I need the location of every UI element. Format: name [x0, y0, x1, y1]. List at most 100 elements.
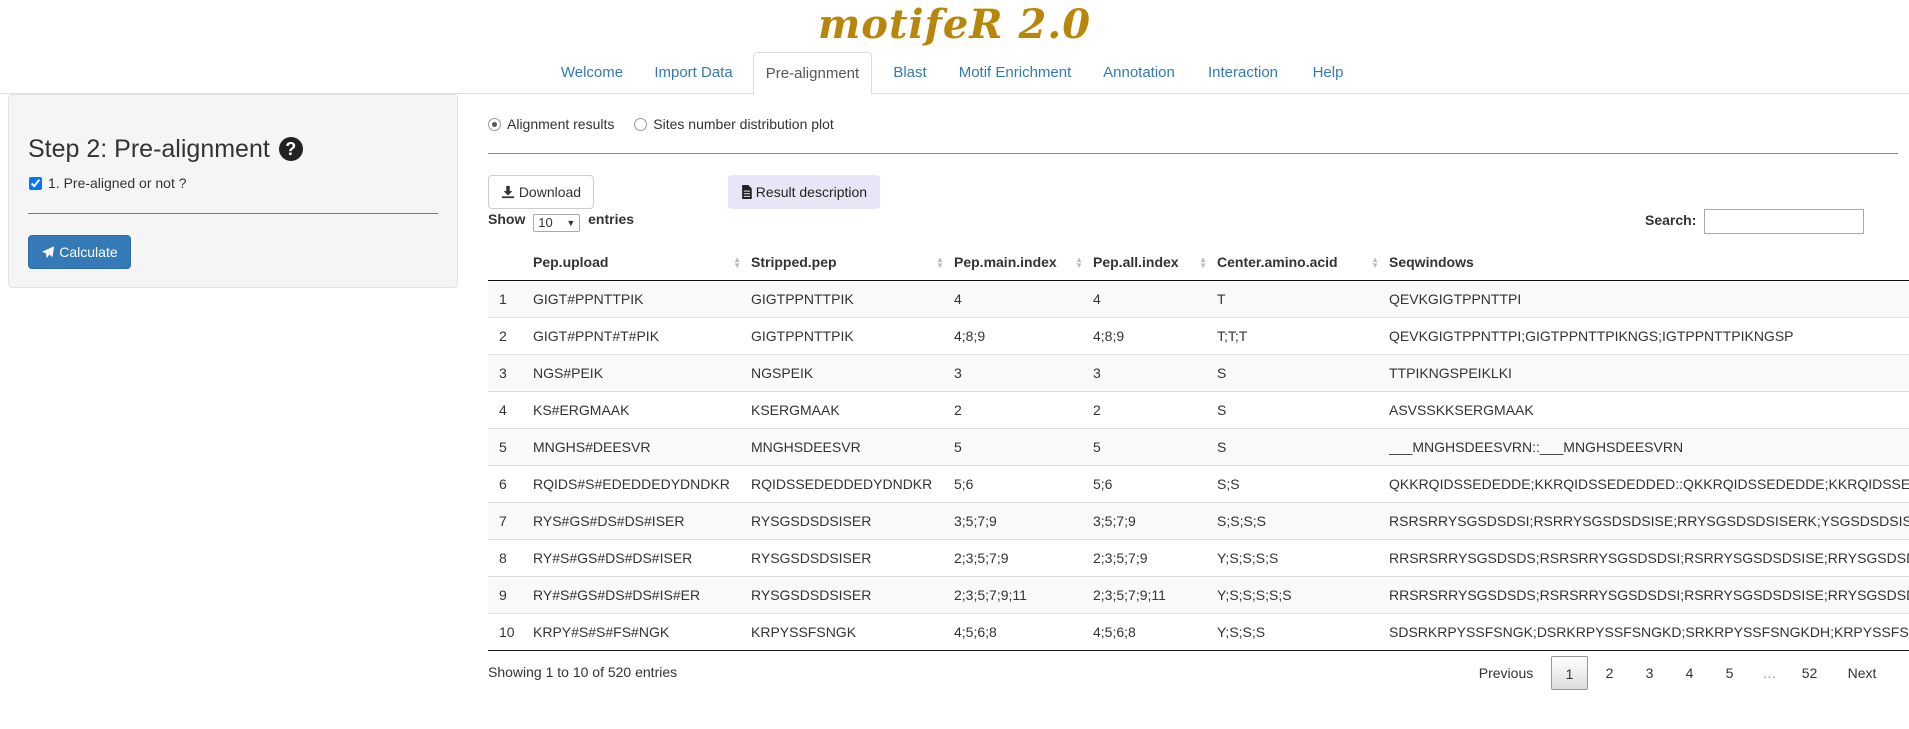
col-header-center-amino-acid[interactable]: Center.amino.acid ▲ ▼: [1217, 245, 1389, 281]
table-row: 2 GIGT#PPNT#T#PIK GIGTPPNTTPIK 4;8;9 4;8…: [488, 317, 1909, 355]
sites-distribution-label: Sites number distribution plot: [653, 116, 834, 132]
table-info: Showing 1 to 10 of 520 entries: [488, 664, 678, 680]
cell-pep-upload: RQIDS#S#EDEDDEDYDNDKR: [533, 465, 751, 503]
pagination-page-5[interactable]: 5: [1711, 656, 1748, 690]
sites-distribution-option[interactable]: Sites number distribution plot: [634, 116, 834, 132]
cell-stripped-pep: RYSGSDSDSISER: [751, 502, 954, 540]
col-header-pep-main-index[interactable]: Pep.main.index ▲ ▼: [954, 245, 1093, 281]
col-header-stripped-pep[interactable]: Stripped.pep ▲ ▼: [751, 245, 954, 281]
result-description-button[interactable]: Result description: [728, 175, 880, 209]
cell-center-amino-acid: Y;S;S;S;S;S: [1217, 576, 1389, 614]
cell-pep-upload: NGS#PEIK: [533, 354, 751, 392]
sort-icon: ▲ ▼: [1199, 255, 1207, 270]
cell-stripped-pep: GIGTPPNTTPIK: [751, 280, 954, 318]
cell-center-amino-acid: Y;S;S;S: [1217, 613, 1389, 651]
sort-icon: ▲ ▼: [936, 255, 944, 270]
cell-seqwindows: RRSRSRRYSGSDSDS;RSRSRRYSGSDSDSI;RSRRYSGS…: [1389, 539, 1909, 577]
pagination-page-2[interactable]: 2: [1591, 656, 1628, 690]
cell-pep-all-index: 2: [1093, 391, 1217, 429]
tab-help[interactable]: Help: [1301, 52, 1355, 94]
table-row: 5 MNGHS#DEESVR MNGHSDEESVR 5 5 S ___MNGH…: [488, 428, 1909, 466]
cell-pep-upload: RYS#GS#DS#DS#ISER: [533, 502, 751, 540]
pagination-page-4[interactable]: 4: [1671, 656, 1708, 690]
cell-pep-upload: RY#S#GS#DS#DS#IS#ER: [533, 576, 751, 614]
radio-unselected[interactable]: [634, 118, 648, 131]
cell-seqwindows: QKKRQIDSSEDEDDE;KKRQIDSSEDEDDED::QKKRQID…: [1389, 465, 1909, 503]
cell-index: 1: [488, 280, 533, 318]
table-row: 3 NGS#PEIK NGSPEIK 3 3 S TTPIKNGSPEIKLKI: [488, 354, 1909, 392]
pagination-previous[interactable]: Previous: [1468, 656, 1544, 690]
pre-aligned-label: 1. Pre-aligned or not ?: [48, 175, 187, 191]
col-header-pep-all-index[interactable]: Pep.all.index ▲ ▼: [1093, 245, 1217, 281]
results-table-wrapper: Pep.upload ▲ ▼ Stripped.pep ▲ ▼ Pep.main.ind…: [488, 245, 1909, 651]
cell-pep-main-index: 2;3;5;7;9: [954, 539, 1093, 577]
radio-selected[interactable]: [488, 118, 501, 131]
table-row: 7 RYS#GS#DS#DS#ISER RYSGSDSDSISER 3;5;7;…: [488, 502, 1909, 540]
alignment-results-option[interactable]: Alignment results: [488, 116, 614, 132]
step-title-text: Step 2: Pre-alignment: [28, 135, 270, 163]
calculate-label: Calculate: [59, 244, 118, 260]
app-title: motifeR 2.0: [817, 1, 1092, 48]
table-body: 1 GIGT#PPNTTPIK GIGTPPNTTPIK 4 4 T QEVKG…: [488, 280, 1909, 651]
cell-pep-upload: GIGT#PPNT#T#PIK: [533, 317, 751, 355]
tab-interaction[interactable]: Interaction: [1197, 52, 1289, 94]
sidebar-panel: Step 2: Pre-alignment ? 1. Pre-aligned o…: [8, 94, 458, 288]
cell-pep-all-index: 3;5;7;9: [1093, 502, 1217, 540]
pagination-page-3[interactable]: 3: [1631, 656, 1668, 690]
tab-blast[interactable]: Blast: [880, 52, 940, 94]
pagination-next[interactable]: Next: [1834, 656, 1890, 690]
cell-pep-all-index: 4;8;9: [1093, 317, 1217, 355]
cell-seqwindows: QEVKGIGTPPNTTPI;GIGTPPNTTPIKNGS;IGTPPNTT…: [1389, 317, 1909, 355]
col-header-pep-upload[interactable]: Pep.upload ▲ ▼: [533, 245, 751, 281]
cell-seqwindows: SDSRKRPYSSFSNGK;DSRKRPYSSFSNGKD;SRKRPYSS…: [1389, 613, 1909, 651]
cell-center-amino-acid: T;T;T: [1217, 317, 1389, 355]
page-length-select[interactable]: 10 ▼: [533, 214, 581, 232]
step-title: Step 2: Pre-alignment ?: [28, 135, 303, 164]
cell-stripped-pep: NGSPEIK: [751, 354, 954, 392]
sort-icon: ▲ ▼: [1371, 255, 1379, 270]
tab-pre-alignment[interactable]: Pre-alignment: [753, 52, 872, 95]
cell-stripped-pep: RYSGSDSDSISER: [751, 576, 954, 614]
cell-center-amino-acid: S: [1217, 354, 1389, 392]
cell-index: 10: [488, 613, 533, 651]
col-header-index[interactable]: [488, 245, 533, 281]
table-row: 8 RY#S#GS#DS#DS#ISER RYSGSDSDSISER 2;3;5…: [488, 539, 1909, 577]
pre-aligned-option[interactable]: 1. Pre-aligned or not ?: [29, 175, 187, 191]
cell-pep-main-index: 3: [954, 354, 1093, 392]
cell-pep-all-index: 2;3;5;7;9: [1093, 539, 1217, 577]
cell-pep-main-index: 3;5;7;9: [954, 502, 1093, 540]
cell-pep-upload: RY#S#GS#DS#DS#ISER: [533, 539, 751, 577]
cell-index: 4: [488, 391, 533, 429]
tab-annotation[interactable]: Annotation: [1090, 52, 1188, 94]
pagination-page-1[interactable]: 1: [1551, 656, 1588, 690]
results-table: Pep.upload ▲ ▼ Stripped.pep ▲ ▼ Pep.main.ind…: [488, 245, 1909, 651]
main-divider: [488, 153, 1898, 154]
tab-motif-enrichment[interactable]: Motif Enrichment: [945, 52, 1085, 94]
pagination-ellipsis: …: [1762, 665, 1777, 681]
table-header-row: Pep.upload ▲ ▼ Stripped.pep ▲ ▼ Pep.main.ind…: [488, 245, 1909, 281]
cell-center-amino-acid: S: [1217, 391, 1389, 429]
cell-index: 5: [488, 428, 533, 466]
search-input[interactable]: [1704, 209, 1865, 234]
table-row: 10 KRPY#S#S#FS#NGK KRPYSSFSNGK 4;5;6;8 4…: [488, 613, 1909, 651]
col-header-seqwindows[interactable]: Seqwindows: [1389, 245, 1909, 281]
cell-center-amino-acid: S;S: [1217, 465, 1389, 503]
cell-seqwindows: TTPIKNGSPEIKLKI: [1389, 354, 1909, 392]
table-row: 4 KS#ERGMAAK KSERGMAAK 2 2 S ASVSSKKSERG…: [488, 391, 1909, 429]
search-label: Search:: [1645, 212, 1697, 229]
pre-aligned-checkbox[interactable]: [29, 177, 42, 190]
pagination-page-52[interactable]: 52: [1791, 656, 1828, 690]
download-button[interactable]: Download: [488, 175, 594, 209]
cell-pep-main-index: 2: [954, 391, 1093, 429]
tab-welcome[interactable]: Welcome: [547, 52, 637, 94]
cell-seqwindows: QEVKGIGTPPNTTPI: [1389, 280, 1909, 318]
download-icon: [501, 185, 515, 199]
tab-import-data[interactable]: Import Data: [640, 52, 747, 94]
table-length-control: Show 10 ▼ entries: [488, 211, 634, 232]
calculate-button[interactable]: Calculate: [28, 235, 131, 269]
cell-stripped-pep: MNGHSDEESVR: [751, 428, 954, 466]
cell-stripped-pep: RQIDSSEDEDDEDYDNDKR: [751, 465, 954, 503]
question-circle-icon[interactable]: ?: [278, 137, 303, 161]
cell-pep-upload: KS#ERGMAAK: [533, 391, 751, 429]
cell-center-amino-acid: Y;S;S;S;S: [1217, 539, 1389, 577]
